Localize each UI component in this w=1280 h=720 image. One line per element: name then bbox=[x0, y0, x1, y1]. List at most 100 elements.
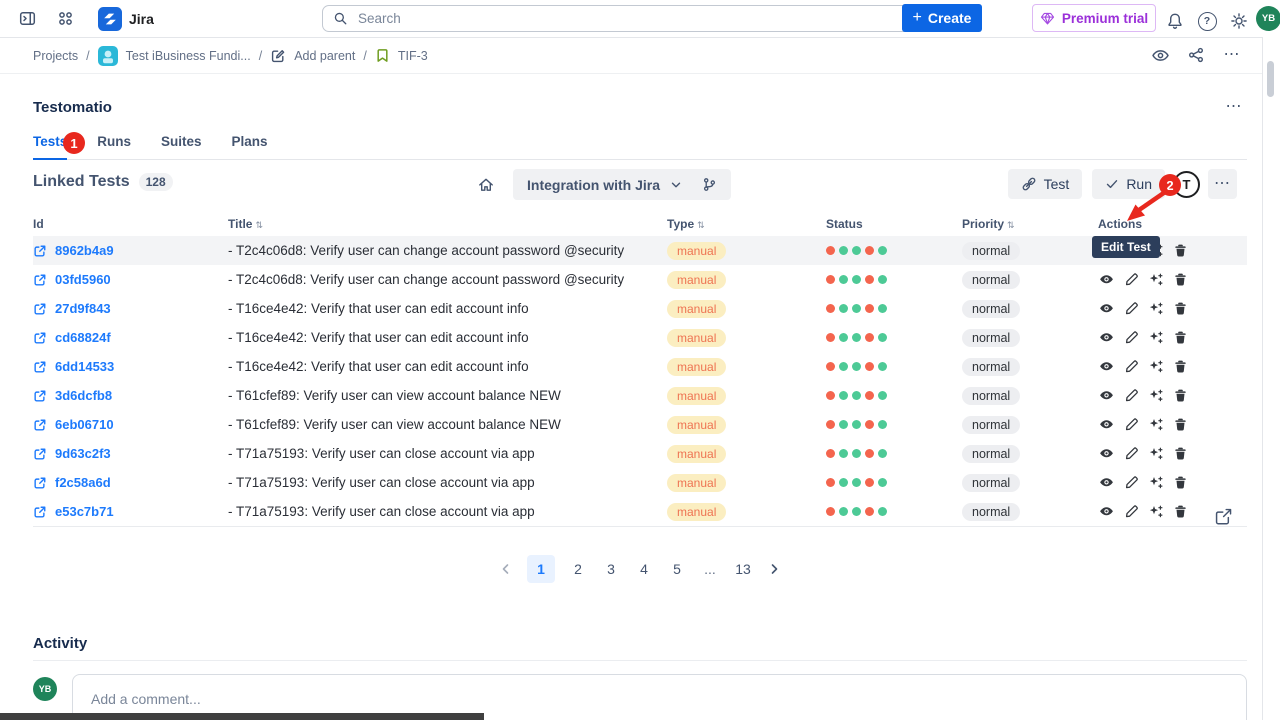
pagination-next-button[interactable] bbox=[766, 561, 782, 577]
view-test-button[interactable] bbox=[1098, 330, 1115, 345]
pagination-page[interactable]: 3 bbox=[601, 555, 621, 583]
table-row[interactable]: 6eb06710 - T61cfef89: Verify user can vi… bbox=[33, 410, 1247, 439]
pagination-prev-button[interactable] bbox=[498, 561, 514, 577]
delete-test-button[interactable] bbox=[1173, 388, 1188, 403]
delete-test-button[interactable] bbox=[1173, 243, 1188, 258]
table-row[interactable]: 9d63c2f3 - T71a75193: Verify user can cl… bbox=[33, 439, 1247, 468]
row-id-label[interactable]: 9d63c2f3 bbox=[55, 446, 111, 461]
delete-test-button[interactable] bbox=[1173, 504, 1188, 519]
table-row[interactable]: 8962b4a9 - T2c4c06d8: Verify user can ch… bbox=[33, 236, 1247, 265]
view-test-button[interactable] bbox=[1098, 475, 1115, 490]
ai-generate-button[interactable] bbox=[1148, 475, 1164, 490]
view-test-button[interactable] bbox=[1098, 417, 1115, 432]
branch-filter-dropdown[interactable]: Integration with Jira bbox=[513, 169, 731, 200]
delete-test-button[interactable] bbox=[1173, 475, 1188, 490]
table-row[interactable]: cd68824f - T16ce4e42: Verify that user c… bbox=[33, 323, 1247, 352]
view-test-button[interactable] bbox=[1098, 272, 1115, 287]
table-row[interactable]: 3d6dcfb8 - T61cfef89: Verify user can vi… bbox=[33, 381, 1247, 410]
sidebar-toggle-button[interactable] bbox=[14, 6, 40, 32]
header-title-sort[interactable]: Title⇅ bbox=[228, 217, 667, 231]
ai-generate-button[interactable] bbox=[1148, 330, 1164, 345]
tab-suites[interactable]: Suites bbox=[161, 134, 202, 159]
tab-runs[interactable]: Runs bbox=[97, 134, 131, 159]
row-id-label[interactable]: e53c7b71 bbox=[55, 504, 114, 519]
pagination-page[interactable]: 5 bbox=[667, 555, 687, 583]
link-test-button[interactable]: Test bbox=[1008, 169, 1083, 199]
edit-test-button[interactable] bbox=[1124, 417, 1139, 432]
view-test-button[interactable] bbox=[1098, 301, 1115, 316]
toolbar-more-button[interactable]: ⋯ bbox=[1208, 169, 1237, 199]
external-link-icon bbox=[33, 505, 47, 519]
ai-generate-button[interactable] bbox=[1148, 272, 1164, 287]
tab-plans[interactable]: Plans bbox=[232, 134, 268, 159]
view-test-button[interactable] bbox=[1098, 504, 1115, 519]
row-id-label[interactable]: cd68824f bbox=[55, 330, 111, 345]
header-priority-sort[interactable]: Priority⇅ bbox=[962, 217, 1098, 231]
ai-generate-button[interactable] bbox=[1148, 417, 1164, 432]
edit-test-button[interactable] bbox=[1124, 301, 1139, 316]
row-id-label[interactable]: 27d9f843 bbox=[55, 301, 111, 316]
table-row[interactable]: f2c58a6d - T71a75193: Verify user can cl… bbox=[33, 468, 1247, 497]
scrollbar-track[interactable] bbox=[1262, 37, 1280, 720]
header-type-sort[interactable]: Type⇅ bbox=[667, 217, 826, 231]
edit-test-button[interactable] bbox=[1124, 272, 1139, 287]
breadcrumb-issue[interactable]: TIF-3 bbox=[375, 48, 428, 63]
pagination-page[interactable]: 1 bbox=[527, 555, 555, 583]
edit-test-button[interactable] bbox=[1124, 388, 1139, 403]
delete-test-button[interactable] bbox=[1173, 330, 1188, 345]
view-test-button[interactable] bbox=[1098, 388, 1115, 403]
row-id-label[interactable]: 03fd5960 bbox=[55, 272, 111, 287]
edit-test-button[interactable] bbox=[1124, 475, 1139, 490]
delete-test-button[interactable] bbox=[1173, 359, 1188, 374]
ai-generate-button[interactable] bbox=[1148, 301, 1164, 316]
settings-button[interactable] bbox=[1226, 8, 1252, 34]
view-test-button[interactable] bbox=[1098, 446, 1115, 461]
tab-tests[interactable]: Tests bbox=[33, 134, 67, 160]
row-id-label[interactable]: 8962b4a9 bbox=[55, 243, 114, 258]
ai-generate-button[interactable] bbox=[1148, 359, 1164, 374]
breadcrumb-add-parent[interactable]: Add parent bbox=[270, 48, 355, 64]
row-id-label[interactable]: 3d6dcfb8 bbox=[55, 388, 112, 403]
row-priority-badge: normal bbox=[962, 242, 1020, 260]
ai-generate-button[interactable] bbox=[1148, 504, 1164, 519]
delete-test-button[interactable] bbox=[1173, 446, 1188, 461]
export-button[interactable] bbox=[1213, 506, 1234, 527]
table-row[interactable]: 27d9f843 - T16ce4e42: Verify that user c… bbox=[33, 294, 1247, 323]
pagination-page[interactable]: 2 bbox=[568, 555, 588, 583]
share-button[interactable] bbox=[1181, 41, 1211, 69]
row-id-label[interactable]: 6eb06710 bbox=[55, 417, 114, 432]
ai-generate-button[interactable] bbox=[1148, 388, 1164, 403]
global-search[interactable] bbox=[322, 5, 914, 32]
scrollbar-thumb[interactable] bbox=[1267, 61, 1274, 97]
table-row[interactable]: 03fd5960 - T2c4c06d8: Verify user can ch… bbox=[33, 265, 1247, 294]
ai-generate-button[interactable] bbox=[1148, 446, 1164, 461]
view-test-button[interactable] bbox=[1098, 359, 1115, 374]
panel-more-button[interactable]: ⋯ bbox=[1221, 94, 1247, 120]
delete-test-button[interactable] bbox=[1173, 272, 1188, 287]
pagination-page[interactable]: 4 bbox=[634, 555, 654, 583]
premium-trial-button[interactable]: Premium trial bbox=[1032, 4, 1156, 32]
user-avatar[interactable]: YB bbox=[1256, 6, 1280, 31]
pagination-page[interactable]: 13 bbox=[733, 555, 753, 583]
edit-test-button[interactable] bbox=[1124, 330, 1139, 345]
edit-test-button[interactable] bbox=[1124, 359, 1139, 374]
row-id-label[interactable]: f2c58a6d bbox=[55, 475, 111, 490]
delete-test-button[interactable] bbox=[1173, 301, 1188, 316]
edit-test-button[interactable] bbox=[1124, 446, 1139, 461]
jira-home-link[interactable]: Jira bbox=[98, 7, 154, 31]
home-button[interactable] bbox=[473, 172, 499, 198]
row-id-label[interactable]: 6dd14533 bbox=[55, 359, 114, 374]
app-switcher-button[interactable] bbox=[52, 6, 78, 32]
help-button[interactable]: ? bbox=[1194, 8, 1220, 34]
delete-test-button[interactable] bbox=[1173, 417, 1188, 432]
breadcrumb-projects[interactable]: Projects bbox=[33, 49, 78, 63]
create-button[interactable]: + Create bbox=[902, 4, 982, 32]
notifications-button[interactable] bbox=[1162, 8, 1188, 34]
search-input[interactable] bbox=[356, 10, 903, 27]
edit-test-button[interactable] bbox=[1124, 504, 1139, 519]
table-row[interactable]: 6dd14533 - T16ce4e42: Verify that user c… bbox=[33, 352, 1247, 381]
breadcrumb-more-button[interactable]: ⋯ bbox=[1217, 41, 1247, 69]
table-row[interactable]: e53c7b71 - T71a75193: Verify user can cl… bbox=[33, 497, 1247, 526]
breadcrumb-project[interactable]: Test iBusiness Fundi... bbox=[98, 46, 251, 66]
watch-button[interactable] bbox=[1145, 41, 1175, 69]
